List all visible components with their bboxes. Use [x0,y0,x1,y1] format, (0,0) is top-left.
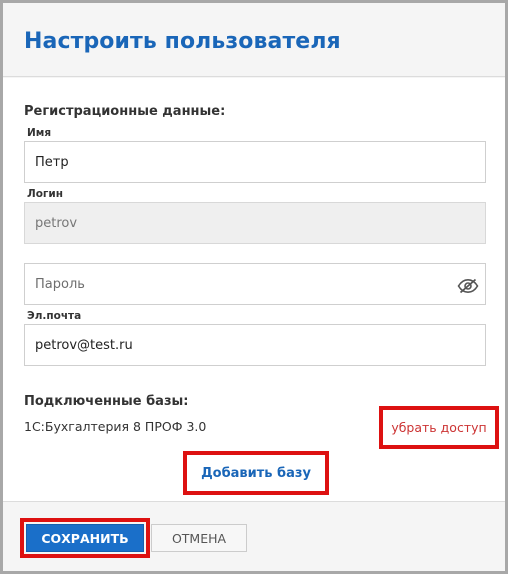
cancel-button[interactable]: ОТМЕНА [151,524,247,552]
login-field [24,202,486,244]
registration-section-label: Регистрационные данные: [24,104,226,119]
remove-access-link[interactable]: убрать доступ [383,410,495,445]
dialog-body: Регистрационные данные: Имя Логин Эл.поч… [3,78,505,501]
databases-section-label: Подключенные базы: [24,394,189,409]
email-label: Эл.почта [27,310,82,322]
email-field[interactable] [24,324,486,366]
save-button[interactable]: СОХРАНИТЬ [26,524,144,552]
name-label: Имя [27,127,52,139]
user-settings-dialog: Настроить пользователя Регистрационные д… [0,0,508,574]
password-field[interactable] [24,263,486,305]
dialog-title: Настроить пользователя [24,29,341,54]
name-field[interactable] [24,141,486,183]
eye-slash-icon[interactable] [457,278,479,294]
add-database-link[interactable]: Добавить базу [187,455,325,491]
login-label: Логин [27,188,64,200]
dialog-footer: СОХРАНИТЬ ОТМЕНА [3,501,505,571]
database-name: 1С:Бухгалтерия 8 ПРОФ 3.0 [24,419,207,434]
dialog-header: Настроить пользователя [3,3,505,77]
